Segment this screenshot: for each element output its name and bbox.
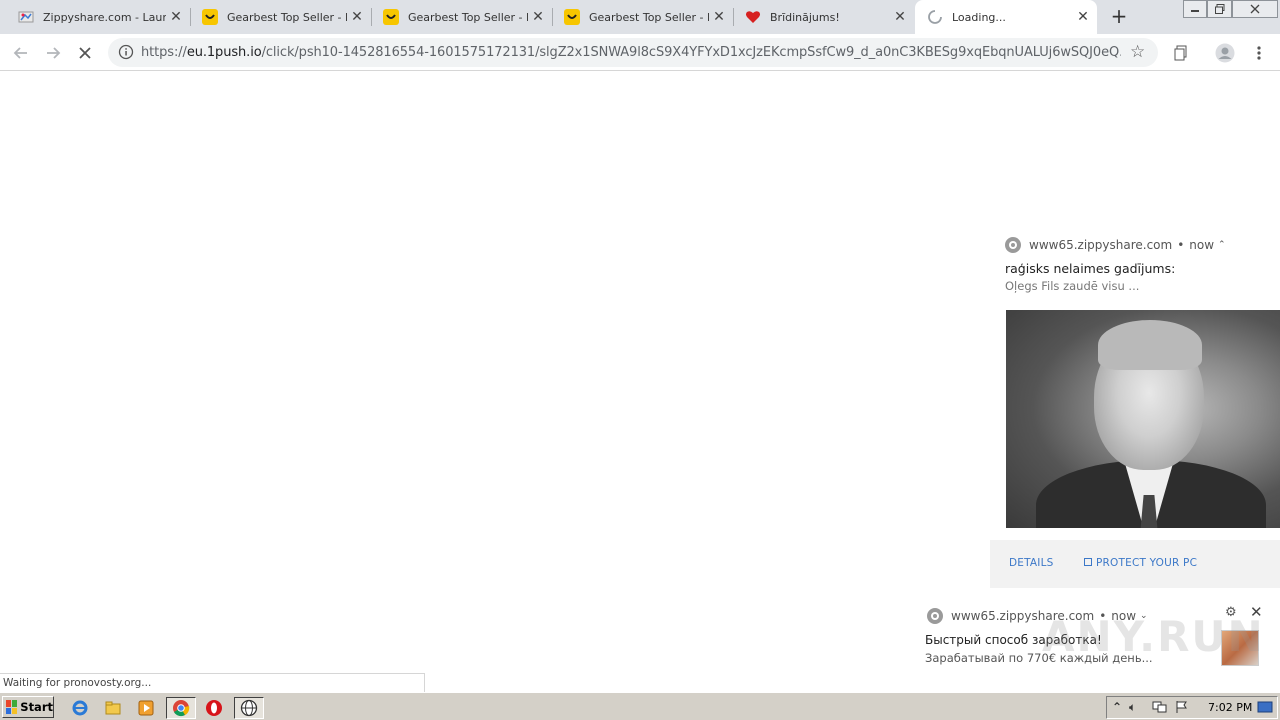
gearbest-icon <box>564 9 580 25</box>
url-host: eu.1push.io <box>186 45 262 60</box>
tab-title: Gearbest Top Seller - Div <box>408 10 528 24</box>
chrome-icon <box>927 608 943 624</box>
tab-zippyshare[interactable]: Zippyshare.com - Launch ✕ <box>0 0 190 34</box>
start-button[interactable]: Start <box>2 696 54 718</box>
system-tray: ⌃ 🔈︎ 7:02 PM <box>1106 696 1278 719</box>
windows-logo-icon <box>6 700 18 714</box>
explorer-folder-icon[interactable] <box>102 697 124 719</box>
loading-spinner-icon <box>927 9 943 25</box>
show-desktop-icon[interactable] <box>1257 700 1273 717</box>
start-label: Start <box>20 700 53 714</box>
url-text: https://eu.1push.io/click/psh10-14528165… <box>141 45 1121 60</box>
stop-loading-button[interactable] <box>73 41 97 65</box>
bookmark-star-icon[interactable]: ☆ <box>1130 42 1145 62</box>
close-tab-icon[interactable]: ✕ <box>1073 7 1093 27</box>
status-bubble: Waiting for pronovosty.org... <box>0 673 425 692</box>
push-notification-large[interactable]: www65.zippyshare.com • now ⌃ raģisks nel… <box>990 228 1280 588</box>
notification-separator: • <box>1177 238 1185 252</box>
site-info-icon[interactable] <box>118 44 134 60</box>
ie-icon[interactable] <box>69 697 91 719</box>
protect-pc-label: PROTECT YOUR PC <box>1096 557 1198 569</box>
volume-icon[interactable]: 🔈︎ <box>1129 700 1136 715</box>
tab-title: Gearbest Top Seller - Div <box>589 10 709 24</box>
details-button[interactable]: DETAILS <box>1009 557 1054 569</box>
close-window-button[interactable] <box>1232 0 1278 18</box>
notification-message: Oļegs Fils zaudē visu ... <box>1005 279 1140 293</box>
back-arrow-icon <box>13 47 27 59</box>
chrome-taskbar-icon[interactable] <box>166 697 196 719</box>
action-center-flag-icon[interactable] <box>1175 700 1189 717</box>
notification-header: www65.zippyshare.com • now ⌃ <box>1005 237 1226 253</box>
menu-button[interactable] <box>1247 41 1271 65</box>
browser-toolbar: https://eu.1push.io/click/psh10-14528165… <box>0 34 1280 71</box>
notification-image <box>1006 310 1280 528</box>
maximize-button[interactable] <box>1207 0 1232 18</box>
protect-pc-button[interactable]: PROTECT YOUR PC <box>1084 557 1197 569</box>
address-bar[interactable]: https://eu.1push.io/click/psh10-14528165… <box>108 38 1158 67</box>
close-tab-icon[interactable]: ✕ <box>166 7 186 27</box>
media-player-icon[interactable] <box>135 697 157 719</box>
tab-gearbest-2[interactable]: Gearbest Top Seller - Div ✕ <box>371 0 552 34</box>
back-button[interactable] <box>9 41 33 65</box>
profile-button[interactable] <box>1213 41 1237 65</box>
extension-button[interactable] <box>1169 41 1193 65</box>
document-icon <box>1174 45 1187 61</box>
clock[interactable]: 7:02 PM <box>1208 701 1252 714</box>
minimize-button[interactable] <box>1183 0 1207 18</box>
network-icon[interactable] <box>1152 700 1168 717</box>
watermark: ANY.RUN <box>1042 612 1265 661</box>
tab-title: Zippyshare.com - Launch <box>43 10 166 24</box>
close-tab-icon[interactable]: ✕ <box>890 7 910 27</box>
close-tab-icon[interactable]: ✕ <box>347 7 367 27</box>
tab-title: Gearbest Top Seller - Div <box>227 10 347 24</box>
forward-button[interactable] <box>41 41 65 65</box>
tab-gearbest-3[interactable]: Gearbest Top Seller - Div ✕ <box>552 0 733 34</box>
url-scheme: https:// <box>141 45 187 60</box>
more-vertical-icon <box>1257 46 1261 60</box>
tab-bridinajums[interactable]: Brīdinājums! ✕ <box>733 0 914 34</box>
zippyshare-icon <box>18 9 34 25</box>
avatar-icon <box>1215 43 1235 63</box>
new-tab-button[interactable]: + <box>1108 6 1130 28</box>
chevron-up-icon[interactable]: ⌃ <box>1218 240 1226 250</box>
notification-time: now <box>1189 238 1215 252</box>
close-tab-icon[interactable]: ✕ <box>528 7 548 27</box>
heart-icon <box>745 9 761 25</box>
tab-strip: Zippyshare.com - Launch ✕ Gearbest Top S… <box>0 0 1280 34</box>
stop-x-icon <box>79 47 91 59</box>
close-tab-icon[interactable]: ✕ <box>709 7 729 27</box>
gearbest-icon <box>383 9 399 25</box>
forward-arrow-icon <box>47 47 61 59</box>
chrome-icon <box>1005 237 1021 253</box>
notification-source: www65.zippyshare.com <box>1029 238 1173 252</box>
url-path: /click/psh10-1452816554-1601575172131/sl… <box>261 45 1121 60</box>
tab-loading[interactable]: Loading... ✕ <box>915 0 1097 34</box>
notification-actions: DETAILS PROTECT YOUR PC <box>990 540 1280 588</box>
taskbar: Start ⌃ 🔈︎ 7:02 PM <box>0 692 1280 720</box>
tab-title: Loading... <box>952 10 1006 24</box>
gearbest-icon <box>202 9 218 25</box>
opera-icon[interactable] <box>203 697 225 719</box>
tab-gearbest-1[interactable]: Gearbest Top Seller - Div ✕ <box>190 0 371 34</box>
tab-title: Brīdinājums! <box>770 10 840 24</box>
notification-title: raģisks nelaimes gadījums: <box>1005 261 1176 276</box>
show-hidden-icons-icon[interactable]: ⌃ <box>1112 700 1122 714</box>
checkbox-icon <box>1084 558 1092 566</box>
network-globe-icon[interactable] <box>234 697 264 719</box>
screen: Zippyshare.com - Launch ✕ Gearbest Top S… <box>0 0 1280 720</box>
